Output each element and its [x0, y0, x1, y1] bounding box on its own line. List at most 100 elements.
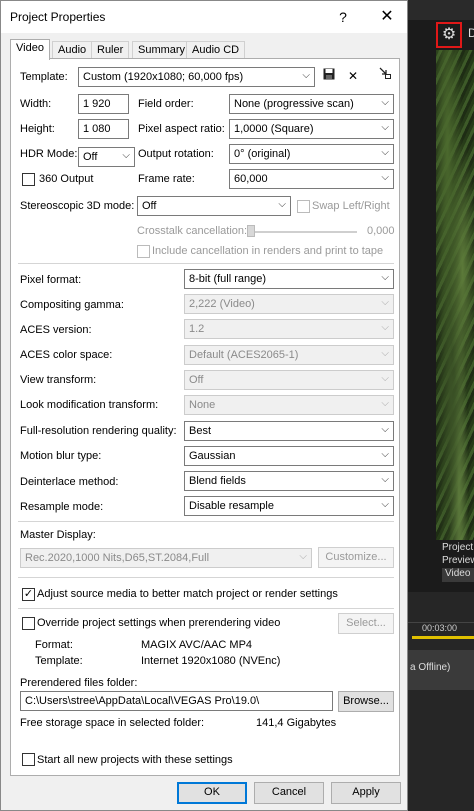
start-all-projects-checkbox[interactable] — [22, 753, 35, 766]
template2-label: Template: — [35, 655, 83, 667]
hdr-mode-dropdown[interactable]: Off ⌵ — [78, 147, 135, 167]
ok-button[interactable]: OK — [177, 782, 247, 804]
chevron-down-icon: ⌵ — [381, 474, 389, 485]
aces-color-space-value: Default (ACES2065-1) — [189, 349, 299, 361]
frame-rate-label: Frame rate: — [138, 173, 195, 185]
template-label: Template: — [20, 71, 68, 83]
crosstalk-value: 0,000 — [367, 225, 395, 237]
pixel-format-value: 8-bit (full range) — [189, 273, 267, 285]
frame-rate-dropdown[interactable]: 60,000 ⌵ — [229, 169, 394, 189]
resample-mode-value: Disable resample — [189, 500, 274, 512]
field-order-dropdown[interactable]: None (progressive scan) ⌵ — [229, 94, 394, 114]
compositing-gamma-dropdown[interactable]: 2,222 (Video) ⌵ — [184, 294, 394, 314]
dialog-title: Project Properties — [10, 10, 106, 24]
timeline-ruler: 00:03:00 — [408, 622, 474, 636]
chevron-down-icon: ⌵ — [299, 551, 307, 562]
tab-summary[interactable]: Summary — [132, 41, 192, 59]
chevron-down-icon: ⌵ — [381, 348, 389, 359]
view-transform-value: Off — [189, 374, 204, 386]
height-label: Height: — [20, 123, 55, 135]
look-modification-dropdown[interactable]: None ⌵ — [184, 395, 394, 415]
aces-version-dropdown[interactable]: 1.2 ⌵ — [184, 319, 394, 339]
include-cancellation-checkbox[interactable] — [137, 245, 150, 258]
browse-button[interactable]: Browse... — [338, 691, 394, 712]
tab-ruler[interactable]: Ruler — [91, 41, 130, 59]
chevron-down-icon: ⌵ — [278, 199, 286, 210]
cancel-button[interactable]: Cancel — [254, 782, 324, 804]
master-display-value: Rec.2020,1000 Nits,D65,ST.2084,Full — [25, 552, 210, 564]
master-display-dropdown[interactable]: Rec.2020,1000 Nits,D65,ST.2084,Full ⌵ — [20, 548, 312, 568]
format-value: MAGIX AVC/AAC MP4 — [141, 639, 253, 651]
chevron-down-icon: ⌵ — [381, 97, 389, 108]
compositing-gamma-value: 2,222 (Video) — [189, 298, 255, 310]
divider — [18, 577, 394, 578]
resample-mode-label: Resample mode: — [20, 501, 104, 513]
override-prerender-checkbox[interactable] — [22, 617, 35, 630]
chevron-down-icon: ⌵ — [122, 150, 130, 161]
output-rotation-dropdown[interactable]: 0° (original) ⌵ — [229, 144, 394, 164]
prerender-folder-field[interactable]: C:\Users\stree\AppData\Local\VEGAS Pro\1… — [20, 691, 333, 711]
chevron-down-icon: ⌵ — [381, 449, 389, 460]
timeline-clip[interactable]: a Offline) — [408, 650, 474, 690]
background-app: ⚙ D Project Preview Video 00:03:00 a Off… — [408, 0, 474, 811]
hdr-mode-label: HDR Mode: — [20, 148, 78, 160]
chevron-down-icon: ⌵ — [381, 424, 389, 435]
chevron-down-icon: ⌵ — [381, 272, 389, 283]
project-properties-dialog: Project Properties ? ✕ Video Audio Ruler… — [0, 0, 408, 811]
chevron-down-icon: ⌵ — [381, 122, 389, 133]
deinterlace-label: Deinterlace method: — [20, 476, 119, 488]
360-output-checkbox[interactable] — [22, 173, 35, 186]
customize-button[interactable]: Customize... — [318, 547, 394, 568]
floppy-disk-icon[interactable] — [319, 66, 339, 86]
pixel-format-label: Pixel format: — [20, 274, 82, 286]
crosstalk-label: Crosstalk cancellation: — [137, 225, 248, 237]
pixel-format-dropdown[interactable]: 8-bit (full range) ⌵ — [184, 269, 394, 289]
adjust-source-media-label: Adjust source media to better match proj… — [37, 588, 338, 600]
full-res-quality-dropdown[interactable]: Best ⌵ — [184, 421, 394, 441]
master-display-label: Master Display: — [20, 529, 96, 541]
motion-blur-dropdown[interactable]: Gaussian ⌵ — [184, 446, 394, 466]
video-tab-panel: Template: Custom (1920x1080; 60,000 fps)… — [10, 58, 400, 776]
x-icon[interactable]: ✕ — [343, 66, 363, 86]
swap-left-right-label: Swap Left/Right — [312, 200, 390, 212]
height-field[interactable]: 1 080 — [78, 119, 129, 139]
tab-audio-cd[interactable]: Audio CD — [186, 41, 246, 59]
background-tab-video[interactable]: Video — [442, 568, 474, 582]
select-button[interactable]: Select... — [338, 613, 394, 634]
apply-button[interactable]: Apply — [331, 782, 401, 804]
template-dropdown[interactable]: Custom (1920x1080; 60,000 fps) ⌵ — [78, 67, 315, 87]
background-truncated-label: D — [468, 26, 474, 40]
tab-audio[interactable]: Audio — [52, 41, 93, 59]
divider — [18, 608, 394, 609]
motion-blur-label: Motion blur type: — [20, 450, 102, 462]
adjust-source-media-checkbox[interactable]: ✓ — [22, 588, 35, 601]
aces-color-space-dropdown[interactable]: Default (ACES2065-1) ⌵ — [184, 345, 394, 365]
stereo-3d-value: Off — [142, 200, 157, 212]
stereo-3d-dropdown[interactable]: Off ⌵ — [137, 196, 291, 216]
pixel-aspect-dropdown[interactable]: 1,0000 (Square) ⌵ — [229, 119, 394, 139]
divider — [18, 521, 394, 522]
chevron-down-icon: ⌵ — [381, 172, 389, 183]
deinterlace-dropdown[interactable]: Blend fields ⌵ — [184, 471, 394, 491]
format-label: Format: — [35, 639, 73, 651]
width-field[interactable]: 1 920 — [78, 94, 129, 114]
swap-left-right-checkbox[interactable] — [297, 200, 310, 213]
close-button[interactable]: ✕ — [373, 5, 401, 29]
template-value: Custom (1920x1080; 60,000 fps) — [83, 71, 244, 83]
aces-version-value: 1.2 — [189, 323, 205, 335]
match-media-icon[interactable] — [375, 66, 395, 86]
view-transform-dropdown[interactable]: Off ⌵ — [184, 370, 394, 390]
tab-video[interactable]: Video — [10, 39, 50, 60]
deinterlace-value: Blend fields — [189, 475, 246, 487]
pixel-aspect-value: 1,0000 (Square) — [234, 123, 314, 135]
field-order-label: Field order: — [138, 98, 194, 110]
stereo-3d-label: Stereoscopic 3D mode: — [20, 200, 135, 212]
hdr-mode-value: Off — [83, 151, 98, 163]
start-all-projects-label: Start all new projects with these settin… — [37, 754, 233, 766]
help-button[interactable]: ? — [331, 5, 355, 29]
resample-mode-dropdown[interactable]: Disable resample ⌵ — [184, 496, 394, 516]
loop-region-marker — [412, 636, 474, 639]
field-order-value: None (progressive scan) — [234, 98, 354, 110]
crosstalk-slider-thumb[interactable] — [247, 225, 255, 237]
gear-icon[interactable]: ⚙ — [436, 22, 462, 48]
